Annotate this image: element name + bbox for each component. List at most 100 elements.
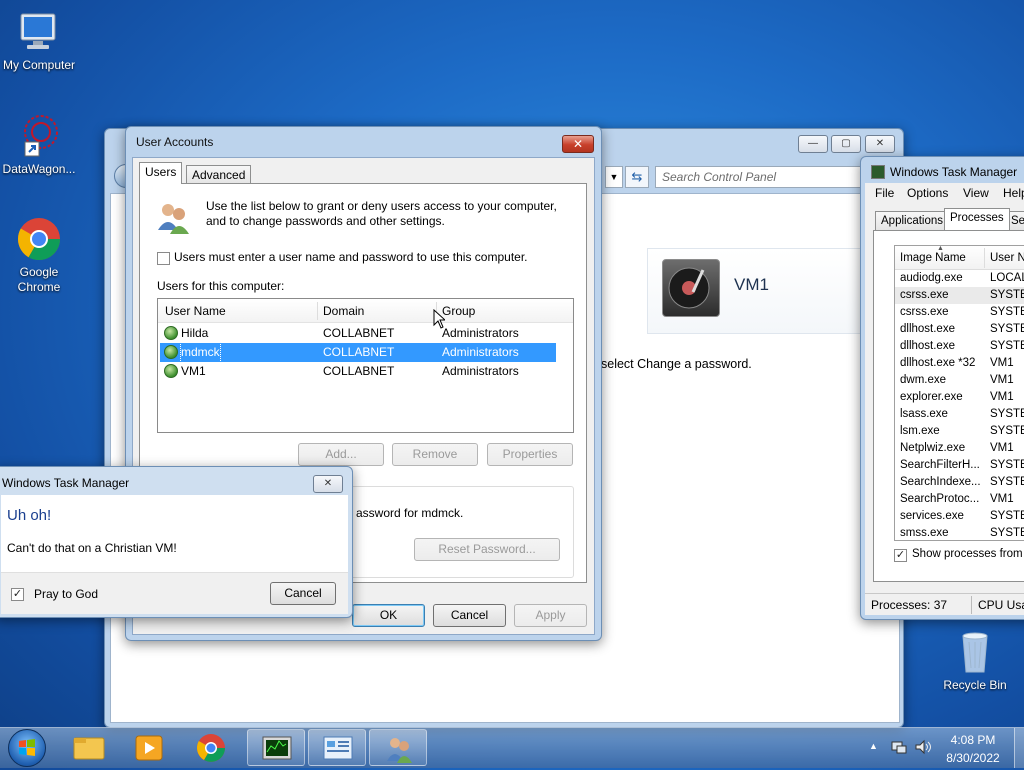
table-row[interactable]: SearchProtoc... VM1 [895, 491, 1024, 508]
tab-users[interactable]: Users [139, 162, 183, 184]
cancel-button[interactable]: Cancel [270, 582, 336, 605]
process-name: SearchFilterH... [900, 459, 980, 471]
row-user-name: Hilda [181, 326, 209, 340]
status-divider [971, 596, 972, 614]
table-row[interactable]: SearchIndexe... SYSTEM [895, 474, 1024, 491]
show-all-processes-checkbox[interactable]: ✓ [894, 549, 907, 562]
column-header-user-name[interactable]: User Na [990, 252, 1024, 264]
tab-advanced[interactable]: Advanced [186, 165, 252, 185]
media-player-icon [135, 735, 163, 761]
remove-user-button[interactable]: Remove [392, 443, 478, 466]
table-row[interactable]: Netplwiz.exe VM1 [895, 440, 1024, 457]
tab-applications[interactable]: Applications [875, 211, 950, 231]
taskbar-control-panel[interactable] [308, 729, 366, 766]
taskbar-media-player[interactable] [120, 729, 178, 766]
desktop-icon-recycle-bin[interactable]: Recycle Bin [933, 628, 1017, 693]
table-row[interactable]: lsm.exe SYSTEM [895, 423, 1024, 440]
process-name: services.exe [900, 510, 964, 522]
table-row[interactable]: csrss.exe SYSTEM [895, 287, 1024, 304]
taskbar-chrome[interactable] [182, 729, 240, 766]
refresh-button[interactable]: ⇆ [625, 166, 649, 188]
column-divider [317, 302, 318, 320]
minimize-button[interactable]: — [798, 135, 828, 153]
task-manager-client: Applications Processes Ser ▲ Image Name … [865, 203, 1024, 615]
process-user: SYSTEM [990, 510, 1024, 522]
status-processes: Processes: 37 [871, 598, 948, 612]
process-list: ▲ Image Name User Na audiodg.exe LOCAL csr… [894, 245, 1024, 541]
table-row[interactable]: dwm.exe VM1 [895, 372, 1024, 389]
desktop-icon-google-chrome[interactable]: Google Chrome [0, 215, 81, 295]
column-header-domain[interactable]: Domain [323, 304, 364, 318]
table-row-selected[interactable]: mdmck COLLABNET Administrators [160, 342, 556, 363]
ok-button[interactable]: OK [352, 604, 425, 627]
taskbar-user-accounts[interactable] [369, 729, 427, 766]
table-row[interactable]: dllhost.exe SYSTEM [895, 338, 1024, 355]
column-header-user-name[interactable]: User Name [165, 304, 226, 318]
menu-file[interactable]: File [875, 186, 894, 200]
process-user: SYSTEM [990, 459, 1024, 471]
show-desktop-button[interactable] [1014, 728, 1024, 768]
search-input[interactable]: Search Control Panel [655, 166, 865, 188]
table-row[interactable]: audiodg.exe LOCAL [895, 270, 1024, 287]
pray-checkbox-label: Pray to God [34, 587, 99, 601]
pray-checkbox[interactable]: ✓ [11, 588, 24, 601]
desktop-icon-datawagon[interactable]: DataWagon... [0, 112, 81, 177]
column-header-group[interactable]: Group [442, 304, 475, 318]
taskbar-task-manager[interactable] [247, 729, 305, 766]
process-name: SearchIndexe... [900, 476, 981, 488]
menu-options[interactable]: Options [907, 186, 948, 200]
users-list: User Name Domain Group Hilda COLLABNET A… [157, 298, 574, 433]
add-user-button[interactable]: Add... [298, 443, 384, 466]
table-row[interactable]: explorer.exe VM1 [895, 389, 1024, 406]
table-row[interactable]: smss.exe SYSTEM [895, 525, 1024, 540]
desktop-icon-label: Recycle Bin [943, 678, 1007, 692]
process-name: dwm.exe [900, 374, 947, 386]
cancel-button[interactable]: Cancel [433, 604, 506, 627]
folder-icon [73, 737, 105, 760]
require-login-checkbox[interactable] [157, 252, 170, 265]
table-row[interactable]: lsass.exe SYSTEM [895, 406, 1024, 423]
table-row[interactable]: dllhost.exe *32 VM1 [895, 355, 1024, 372]
process-name: dllhost.exe [900, 340, 955, 352]
menu-view[interactable]: View [963, 186, 989, 200]
volume-icon[interactable] [914, 738, 932, 756]
tray-overflow-icon[interactable]: ▲ [869, 741, 878, 751]
mouse-cursor [433, 308, 447, 329]
process-name: dllhost.exe *32 [900, 357, 976, 369]
row-domain: COLLABNET [323, 364, 395, 378]
close-button[interactable]: ✕ [562, 135, 594, 153]
menu-help[interactable]: Help [1003, 186, 1024, 200]
reset-password-button[interactable]: Reset Password... [414, 538, 560, 561]
properties-button[interactable]: Properties [487, 443, 573, 466]
row-user-name: VM1 [181, 364, 206, 378]
process-user: SYSTEM [990, 527, 1024, 539]
table-row[interactable]: csrss.exe SYSTEM [895, 304, 1024, 321]
dialog-body: Uh oh! Can't do that on a Christian VM! [1, 495, 348, 572]
process-user: SYSTEM [990, 306, 1024, 318]
network-icon[interactable] [890, 738, 908, 756]
table-row[interactable]: VM1 COLLABNET Administrators [160, 362, 556, 381]
desktop-icon-my-computer[interactable]: My Computer [0, 8, 81, 73]
start-button[interactable] [8, 729, 46, 767]
dropdown-arrow-icon[interactable]: ▼ [605, 166, 623, 188]
account-card[interactable]: VM1 [647, 248, 867, 334]
table-row[interactable]: services.exe SYSTEM [895, 508, 1024, 525]
clock-time[interactable]: 4:08 PM [945, 733, 1001, 747]
table-row[interactable]: dllhost.exe SYSTEM [895, 321, 1024, 338]
dialog-message: Can't do that on a Christian VM! [7, 541, 177, 555]
row-group: Administrators [442, 326, 519, 340]
close-button[interactable]: ✕ [313, 475, 343, 493]
user-icon [164, 364, 178, 378]
apply-button[interactable]: Apply [514, 604, 587, 627]
recycle-bin-icon [951, 628, 999, 676]
table-row[interactable]: Hilda COLLABNET Administrators [160, 324, 556, 343]
tab-processes[interactable]: Processes [944, 208, 1010, 230]
task-manager-dialog: Windows Task Manager ✕ Uh oh! Can't do t… [0, 466, 353, 618]
maximize-button[interactable]: ▢ [831, 135, 861, 153]
table-row[interactable]: SearchFilterH... SYSTEM [895, 457, 1024, 474]
taskbar-explorer[interactable] [60, 729, 118, 766]
column-header-image-name[interactable]: Image Name [900, 252, 966, 264]
clock-date[interactable]: 8/30/2022 [941, 751, 1005, 765]
close-button[interactable]: ✕ [865, 135, 895, 153]
computer-icon [15, 8, 63, 56]
